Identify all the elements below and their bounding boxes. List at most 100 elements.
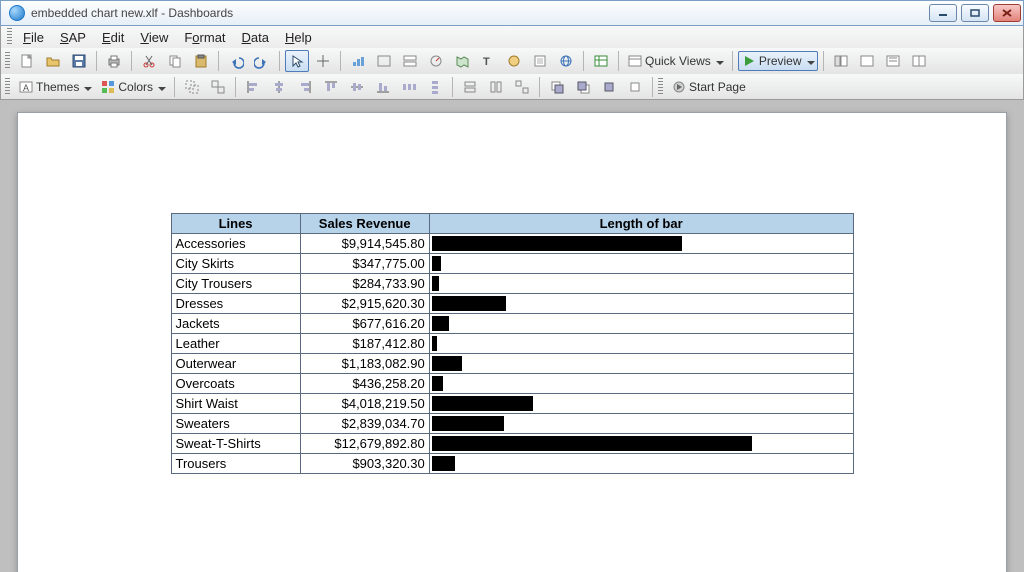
title-bar: embedded chart new.xlf - Dashboards bbox=[0, 0, 1024, 26]
table-row[interactable]: Jackets$677,616.20 bbox=[171, 314, 853, 334]
align-left-button[interactable] bbox=[241, 76, 265, 98]
selection-tool-button[interactable] bbox=[285, 50, 309, 72]
send-backward-button[interactable] bbox=[623, 76, 647, 98]
minimize-button[interactable] bbox=[929, 4, 957, 22]
undo-button[interactable] bbox=[224, 50, 248, 72]
table-row[interactable]: City Trousers$284,733.90 bbox=[171, 274, 853, 294]
cell-bar bbox=[429, 274, 853, 294]
toggle-browser-button[interactable] bbox=[829, 50, 853, 72]
bar-icon bbox=[432, 356, 462, 371]
map-button[interactable] bbox=[450, 50, 474, 72]
spreadsheet-button[interactable] bbox=[589, 50, 613, 72]
align-top-button[interactable] bbox=[319, 76, 343, 98]
toggle-canvas-button[interactable] bbox=[855, 50, 879, 72]
new-button[interactable] bbox=[15, 50, 39, 72]
col-revenue: Sales Revenue bbox=[300, 214, 429, 234]
table-row[interactable]: Dresses$2,915,620.30 bbox=[171, 294, 853, 314]
art-button[interactable] bbox=[528, 50, 552, 72]
table-row[interactable]: Leather$187,412.80 bbox=[171, 334, 853, 354]
table-row[interactable]: City Skirts$347,775.00 bbox=[171, 254, 853, 274]
align-bottom-button[interactable] bbox=[371, 76, 395, 98]
selector-button[interactable] bbox=[398, 50, 422, 72]
group-button[interactable] bbox=[180, 76, 204, 98]
text-button[interactable]: T bbox=[476, 50, 500, 72]
component-tool-button[interactable] bbox=[311, 50, 335, 72]
menu-bar: File SAP Edit View Format Data Help bbox=[0, 26, 1024, 48]
preview-label: Preview bbox=[757, 54, 804, 68]
menu-sap[interactable]: SAP bbox=[52, 28, 94, 47]
cell-revenue: $677,616.20 bbox=[300, 314, 429, 334]
menu-file[interactable]: File bbox=[15, 28, 52, 47]
single-value-button[interactable] bbox=[424, 50, 448, 72]
colors-dropdown[interactable]: Colors bbox=[97, 77, 169, 97]
cell-bar bbox=[429, 314, 853, 334]
table-row[interactable]: Sweaters$2,839,034.70 bbox=[171, 414, 853, 434]
open-button[interactable] bbox=[41, 50, 65, 72]
close-button[interactable] bbox=[993, 4, 1021, 22]
cell-line: City Trousers bbox=[171, 274, 300, 294]
menu-help[interactable]: Help bbox=[277, 28, 320, 47]
bar-icon bbox=[432, 436, 752, 451]
paste-button[interactable] bbox=[189, 50, 213, 72]
menu-view[interactable]: View bbox=[132, 28, 176, 47]
save-button[interactable] bbox=[67, 50, 91, 72]
bring-forward-button[interactable] bbox=[597, 76, 621, 98]
start-page-button[interactable]: Start Page bbox=[668, 77, 751, 97]
cell-revenue: $347,775.00 bbox=[300, 254, 429, 274]
bring-front-button[interactable] bbox=[545, 76, 569, 98]
bar-icon bbox=[432, 276, 439, 291]
table-row[interactable]: Shirt Waist$4,018,219.50 bbox=[171, 394, 853, 414]
redo-button[interactable] bbox=[250, 50, 274, 72]
distribute-v-button[interactable] bbox=[423, 76, 447, 98]
cell-bar bbox=[429, 234, 853, 254]
print-button[interactable] bbox=[102, 50, 126, 72]
toggle-tree-button[interactable] bbox=[881, 50, 905, 72]
distribute-h-button[interactable] bbox=[397, 76, 421, 98]
align-right-button[interactable] bbox=[293, 76, 317, 98]
preview-button[interactable]: Preview bbox=[738, 51, 818, 71]
quick-views-dropdown[interactable]: Quick Views bbox=[624, 51, 727, 71]
menu-format[interactable]: Format bbox=[176, 28, 233, 47]
cell-line: Trousers bbox=[171, 454, 300, 474]
bar-icon bbox=[432, 376, 443, 391]
table-row[interactable]: Trousers$903,320.30 bbox=[171, 454, 853, 474]
canvas-page[interactable]: Lines Sales Revenue Length of bar Access… bbox=[17, 112, 1007, 572]
menu-edit[interactable]: Edit bbox=[94, 28, 132, 47]
table-row[interactable]: Sweat-T-Shirts$12,679,892.80 bbox=[171, 434, 853, 454]
cut-button[interactable] bbox=[137, 50, 161, 72]
cell-revenue: $187,412.80 bbox=[300, 334, 429, 354]
table-row[interactable]: Outerwear$1,183,082.90 bbox=[171, 354, 853, 374]
bar-icon bbox=[432, 316, 449, 331]
cell-line: Outerwear bbox=[171, 354, 300, 374]
send-back-button[interactable] bbox=[571, 76, 595, 98]
cell-line: Leather bbox=[171, 334, 300, 354]
same-height-button[interactable] bbox=[484, 76, 508, 98]
toggle-prop-button[interactable] bbox=[907, 50, 931, 72]
container-button[interactable] bbox=[372, 50, 396, 72]
bar-icon bbox=[432, 396, 533, 411]
menu-data[interactable]: Data bbox=[234, 28, 277, 47]
grip-icon bbox=[5, 52, 10, 70]
copy-button[interactable] bbox=[163, 50, 187, 72]
chevron-down-icon bbox=[807, 54, 815, 68]
cell-bar bbox=[429, 454, 853, 474]
table-row[interactable]: Accessories$9,914,545.80 bbox=[171, 234, 853, 254]
table-row[interactable]: Overcoats$436,258.20 bbox=[171, 374, 853, 394]
colors-label: Colors bbox=[116, 80, 155, 94]
same-width-button[interactable] bbox=[458, 76, 482, 98]
web-button[interactable] bbox=[554, 50, 578, 72]
quick-views-label: Quick Views bbox=[643, 54, 713, 68]
chart-button[interactable] bbox=[346, 50, 370, 72]
cell-revenue: $4,018,219.50 bbox=[300, 394, 429, 414]
col-lines: Lines bbox=[171, 214, 300, 234]
other-button[interactable] bbox=[502, 50, 526, 72]
same-size-button[interactable] bbox=[510, 76, 534, 98]
ungroup-button[interactable] bbox=[206, 76, 230, 98]
align-center-button[interactable] bbox=[267, 76, 291, 98]
cell-bar bbox=[429, 394, 853, 414]
maximize-button[interactable] bbox=[961, 4, 989, 22]
col-bar: Length of bar bbox=[429, 214, 853, 234]
align-middle-button[interactable] bbox=[345, 76, 369, 98]
themes-dropdown[interactable]: A Themes bbox=[15, 77, 95, 97]
cell-line: Overcoats bbox=[171, 374, 300, 394]
